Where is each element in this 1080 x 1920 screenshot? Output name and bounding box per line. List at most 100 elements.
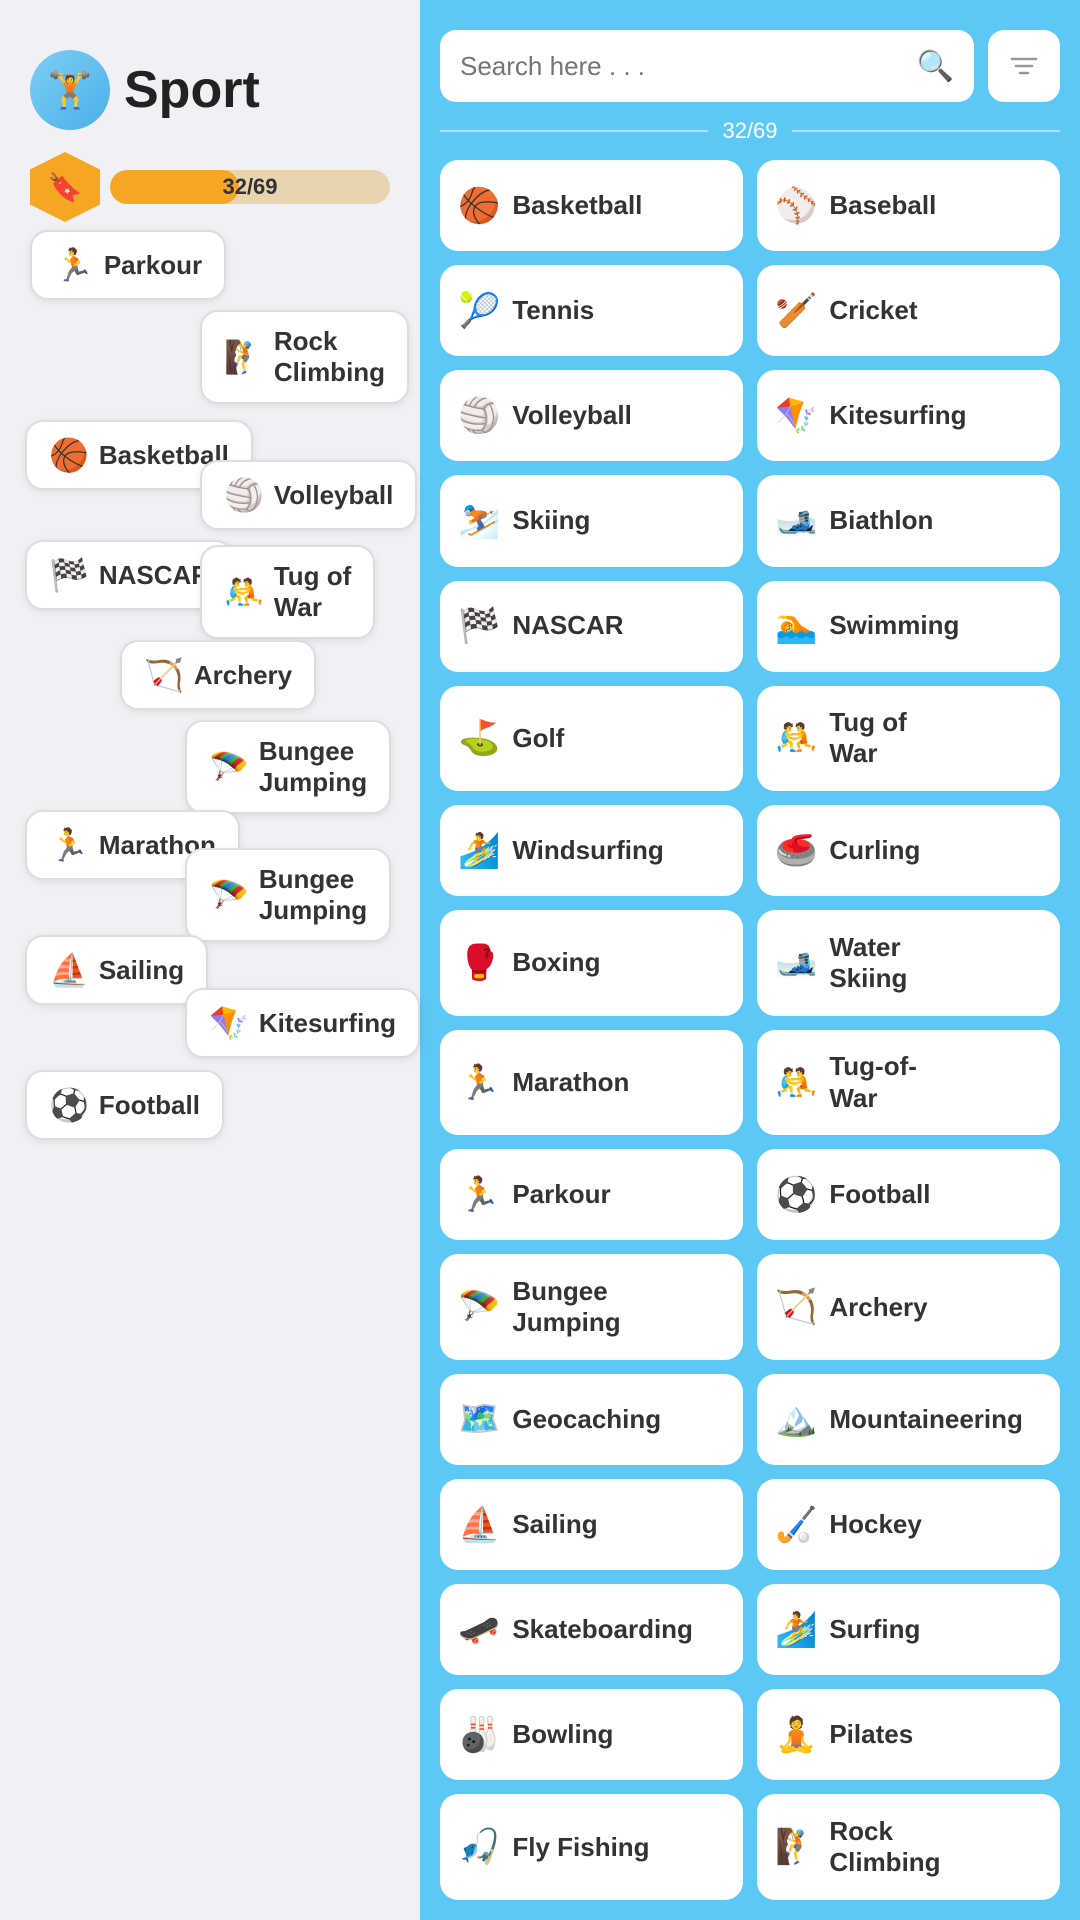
left-sport-item-parkour[interactable]: 🏃Parkour <box>30 230 226 300</box>
grid-item[interactable]: 🤼Tug-of-War <box>757 1030 1060 1136</box>
grid-item[interactable]: 🏃Parkour <box>440 1149 743 1240</box>
grid-item[interactable]: ⚽Football <box>757 1149 1060 1240</box>
grid-emoji: 🏀 <box>458 186 500 226</box>
grid-emoji: 🏔️ <box>775 1399 817 1439</box>
grid-label: Cricket <box>829 295 917 326</box>
sport-label: Volleyball <box>274 480 393 511</box>
filter-button[interactable] <box>988 30 1060 102</box>
sport-emoji: 🏃 <box>49 826 89 864</box>
grid-item[interactable]: 🏃Marathon <box>440 1030 743 1136</box>
sport-label: NASCAR <box>99 560 210 591</box>
count-text: 32/69 <box>722 118 777 144</box>
grid-label: Tug ofWar <box>829 707 906 769</box>
grid-item[interactable]: ⛳ Golf <box>440 686 743 792</box>
header-area: 🏋️ Sport 🔖 32/69 <box>0 0 420 242</box>
grid-label: Volleyball <box>512 400 631 431</box>
grid-label: RockClimbing <box>829 1816 940 1878</box>
grid-item[interactable]: 🗺️Geocaching <box>440 1374 743 1465</box>
grid-emoji: 🏁 <box>458 606 500 646</box>
page-title: Sport <box>124 60 260 120</box>
grid-label: Marathon <box>512 1067 629 1098</box>
grid-item[interactable]: ⛷️Skiing <box>440 475 743 566</box>
grid-item[interactable]: 🎳Bowling <box>440 1689 743 1780</box>
search-input[interactable] <box>460 51 917 82</box>
left-sport-item-bungee-2[interactable]: 🪂 BungeeJumping <box>185 848 391 942</box>
progress-bar-container: 32/69 <box>110 170 390 204</box>
grid-label: Swimming <box>829 610 959 641</box>
grid-label: Golf <box>512 723 564 754</box>
grid-item[interactable]: 🏑Hockey <box>757 1479 1060 1570</box>
grid-label: Windsurfing <box>512 835 663 866</box>
grid-emoji: 🎣 <box>458 1827 500 1867</box>
sport-emoji: 🏁 <box>49 556 89 594</box>
grid-item[interactable]: 🥊 Boxing <box>440 910 743 1016</box>
grid-item[interactable]: 🥌Curling <box>757 805 1060 896</box>
grid-item[interactable]: 🎾Tennis <box>440 265 743 356</box>
sport-emoji: 🏹 <box>144 656 184 694</box>
grid-item[interactable]: 🎿 WaterSkiing <box>757 910 1060 1016</box>
grid-item[interactable]: 🧗RockClimbing <box>757 1794 1060 1900</box>
grid-item[interactable]: 🏔️ Mountaineering <box>757 1374 1060 1465</box>
sport-label: Parkour <box>104 250 202 281</box>
left-sport-item-sailing[interactable]: ⛵Sailing <box>25 935 208 1005</box>
grid-emoji: 🪁 <box>775 396 817 436</box>
sport-label: Football <box>99 1090 200 1121</box>
count-line-left <box>440 130 708 132</box>
sport-emoji: 🧗 <box>224 338 264 376</box>
grid-emoji: 🥊 <box>458 943 500 983</box>
grid-label: Boxing <box>512 947 600 978</box>
grid-item[interactable]: 🪂BungeeJumping <box>440 1254 743 1360</box>
grid-item[interactable]: 🏊 Swimming <box>757 581 1060 672</box>
grid-emoji: 🗺️ <box>458 1399 500 1439</box>
grid-emoji: 🛹 <box>458 1610 500 1650</box>
grid-emoji: 🏄 <box>775 1610 817 1650</box>
left-sport-item-football[interactable]: ⚽Football <box>25 1070 224 1140</box>
grid-emoji: 🏊 <box>775 606 817 646</box>
sport-label: BungeeJumping <box>259 864 367 926</box>
grid-emoji: ⛷️ <box>458 501 500 541</box>
sport-emoji: 🪂 <box>209 876 249 914</box>
left-sport-item-volleyball[interactable]: 🏐 Volleyball <box>200 460 417 530</box>
sport-icon: 🏋️ <box>30 50 110 130</box>
grid-item[interactable]: 🏏Cricket <box>757 265 1060 356</box>
grid-item[interactable]: 🏹Archery <box>757 1254 1060 1360</box>
grid-item[interactable]: 🏄 Surfing <box>757 1584 1060 1675</box>
sport-emoji: 🪁 <box>209 1004 249 1042</box>
grid-item[interactable]: 🏀Basketball <box>440 160 743 251</box>
grid-emoji: ⛳ <box>458 718 500 758</box>
grid-item[interactable]: 🛹 Skateboarding <box>440 1584 743 1675</box>
count-line-right <box>792 130 1060 132</box>
grid-item[interactable]: ⛵Sailing <box>440 1479 743 1570</box>
grid-label: Mountaineering <box>829 1404 1023 1435</box>
grid-label: Skateboarding <box>512 1614 693 1645</box>
grid-emoji: 🥌 <box>775 831 817 871</box>
grid-label: Surfing <box>829 1614 920 1645</box>
grid-item[interactable]: 🎣Fly Fishing <box>440 1794 743 1900</box>
grid-item[interactable]: 🪁 Kitesurfing <box>757 370 1060 461</box>
search-input-wrap: 🔍 <box>440 30 974 102</box>
grid-emoji: 🏃 <box>458 1175 500 1215</box>
grid-item[interactable]: 🏁NASCAR <box>440 581 743 672</box>
filter-icon <box>1009 51 1039 81</box>
grid-emoji: 🎿 <box>775 943 817 983</box>
grid-emoji: 🎳 <box>458 1715 500 1755</box>
left-sport-item-bungee-1[interactable]: 🪂BungeeJumping <box>185 720 391 814</box>
left-sport-item-tug-of-war[interactable]: 🤼Tug ofWar <box>200 545 375 639</box>
left-sport-item-kitesurfing[interactable]: 🪁Kitesurfing <box>185 988 420 1058</box>
grid-item[interactable]: 🎿Biathlon <box>757 475 1060 566</box>
left-sport-item-rock-climbing[interactable]: 🧗RockClimbing <box>200 310 409 404</box>
grid-item[interactable]: 🧘Pilates <box>757 1689 1060 1780</box>
sport-emoji: 🏐 <box>224 476 264 514</box>
grid-emoji: 🎿 <box>775 501 817 541</box>
grid-item[interactable]: ⚾Baseball <box>757 160 1060 251</box>
grid-emoji: 🏹 <box>775 1287 817 1327</box>
grid-item[interactable]: 🤼Tug ofWar <box>757 686 1060 792</box>
grid-item[interactable]: 🏄Windsurfing <box>440 805 743 896</box>
grid-label: Tennis <box>512 295 594 326</box>
search-button[interactable]: 🔍 <box>917 49 954 84</box>
grid-label: WaterSkiing <box>829 932 907 994</box>
left-sport-item-archery[interactable]: 🏹Archery <box>120 640 316 710</box>
grid-item[interactable]: 🏐Volleyball <box>440 370 743 461</box>
sport-emoji: 🏀 <box>49 436 89 474</box>
grid-label: Kitesurfing <box>829 400 966 431</box>
